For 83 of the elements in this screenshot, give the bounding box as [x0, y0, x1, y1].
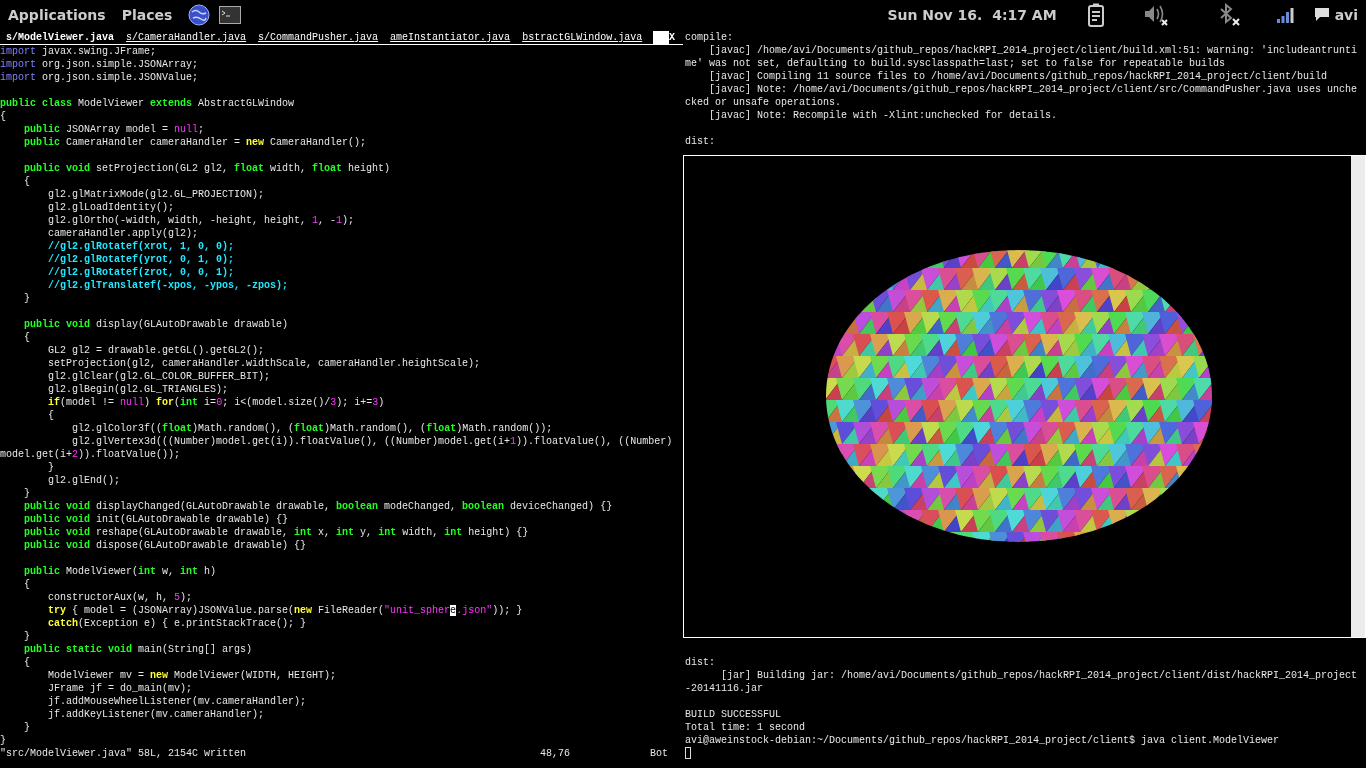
cursor-block	[685, 747, 691, 759]
code-line: {	[0, 110, 7, 123]
code-line: gl2.glVertex3d(((Number)model.get(i)).floatValue(), ((Number)model.get(i+1)).floatValue(), ((Number)	[71, 435, 674, 448]
status-message: "src/ModelViewer.java" 58L, 2154C written	[0, 747, 248, 760]
terminal-line: Total time: 1 second	[685, 721, 807, 734]
code-line: //gl2.glRotatef(zrot, 0, 0, 1);	[47, 266, 236, 279]
code-line: public JSONArray model = null;	[23, 123, 206, 136]
code-line: {	[23, 175, 31, 188]
code-line: setProjection(gl2, cameraHandler.widthScale, cameraHandler.heightScale);	[47, 357, 482, 370]
terminal-line: [javac] Note: /home/avi/Documents/github_repos/hackRPI_2014_project/client/src/CommandPusher.java uses unche	[708, 83, 1359, 96]
code-line: }	[23, 292, 31, 305]
battery-icon[interactable]	[1086, 2, 1105, 27]
panel-menu[interactable]: Applications	[8, 6, 106, 23]
code-line: {	[23, 578, 31, 591]
code-line: jf.addMouseWheelListener(mv.cameraHandler);	[47, 695, 308, 708]
code-line: gl2.glLoadIdentity();	[47, 201, 176, 214]
editor-tab[interactable]: s/CameraHandler.java	[120, 31, 253, 44]
terminal-line: dist:	[685, 656, 716, 669]
terminal-line: avi@aweinstock-debian:~/Documents/github_repos/hackRPI_2014_project/client$ java client.ModelViewer	[685, 734, 1281, 747]
code-line: //gl2.glTranslatef(-xpos, -ypos, -zpos);	[47, 279, 290, 292]
chat-icon[interactable]	[1313, 7, 1330, 22]
code-line: model.get(i+2)).floatValue());	[0, 448, 182, 461]
code-line: public void init(GLAutoDrawable drawable) {}	[23, 513, 290, 526]
code-line: cameraHandler.apply(gl2);	[47, 227, 200, 240]
code-line: gl2.glEnd();	[47, 474, 122, 487]
user-name[interactable]: avi	[1334, 6, 1358, 23]
code-line: }	[0, 734, 7, 747]
scroll-position: Bot	[650, 747, 668, 760]
signal-icon[interactable]	[1276, 6, 1294, 23]
clock[interactable]: Sun Nov 16. 4:17 AM	[887, 6, 1057, 23]
terminal-line: me' was not set, defaulting to build.sysclasspath=last; set to false for repeatable builds	[685, 57, 1227, 70]
code-line: public void dispose(GLAutoDrawable drawable) {}	[23, 539, 308, 552]
terminal-line: [javac] Note: Recompile with -Xlint:unchecked for details.	[708, 109, 1059, 122]
terminal-line: [javac] Compiling 11 source files to /home/avi/Documents/github_repos/hackRPI_2014_project/client/build	[708, 70, 1329, 83]
code-line: if(model != null) for(int i=0; i<(model.size()/3); i+=3)	[47, 396, 386, 409]
code-line: public static void main(String[] args)	[23, 643, 254, 656]
code-line: gl2.glMatrixMode(gl2.GL_PROJECTION);	[47, 188, 266, 201]
editor-tab[interactable]: s/CommandPusher.java	[252, 31, 385, 44]
terminal-line: BUILD SUCCESSFUL	[685, 708, 782, 721]
code-line: public void reshape(GLAutoDrawable drawable, int x, int y, int width, int height) {}	[23, 526, 530, 539]
code-line: ModelViewer mv = new ModelViewer(WIDTH, HEIGHT);	[47, 669, 338, 682]
code-line: gl2.glOrtho(-width, width, -height, height, 1, -1);	[47, 214, 356, 227]
terminal-line: dist:	[685, 135, 716, 148]
terminal-line: -20141116.jar	[685, 682, 764, 695]
code-line: }	[23, 630, 31, 643]
code-line: public void setProjection(GL2 gl2, float width, float height)	[23, 162, 392, 175]
globe-icon[interactable]	[188, 3, 211, 26]
code-line: GL2 gl2 = drawable.getGL().getGL2();	[47, 344, 266, 357]
code-line: JFrame jf = do_main(mv);	[47, 682, 194, 695]
code-line: {	[47, 409, 55, 422]
code-line: }	[47, 461, 55, 474]
code-line: gl2.glBegin(gl2.GL_TRIANGLES);	[47, 383, 230, 396]
code-line: //gl2.glRotatef(xrot, 1, 0, 0);	[47, 240, 236, 253]
close-tab-button[interactable]: X	[669, 31, 683, 44]
editor-tab[interactable]: bstractGLWindow.java	[516, 31, 649, 44]
code-line: jf.addKeyListener(mv.cameraHandler);	[47, 708, 266, 721]
code-line: public class ModelViewer extends AbstractGLWindow	[0, 97, 296, 110]
code-line: public void displayChanged(GLAutoDrawable drawable, boolean modeChanged, boolean deviceChanged) {}	[23, 500, 614, 513]
code-line: {	[23, 331, 31, 344]
code-line: }	[23, 721, 31, 734]
panel-menu[interactable]: Places	[121, 6, 173, 23]
terminal-line: cked or unsafe operations.	[685, 96, 843, 109]
code-line: import javax.swing.JFrame;	[0, 45, 158, 58]
code-line: }	[23, 487, 31, 500]
code-line: import org.json.simple.JSONValue;	[0, 71, 200, 84]
terminal-icon[interactable]	[219, 5, 242, 24]
editor-tab[interactable]: ameInstantiator.java	[384, 31, 517, 44]
code-line: import org.json.simple.JSONArray;	[0, 58, 200, 71]
code-line: catch(Exception e) { e.printStackTrace(); }	[47, 617, 308, 630]
code-line: public ModelViewer(int w, int h)	[23, 565, 218, 578]
terminal-line: [javac] /home/avi/Documents/github_repos/hackRPI_2014_project/client/build.xml:51: warning: 'includeantrunti	[708, 44, 1359, 57]
code-line: gl2.glClear(gl2.GL_COLOR_BUFFER_BIT);	[47, 370, 272, 383]
render-window[interactable]	[683, 155, 1366, 638]
editor-tab[interactable]: s/ModelViewer.java	[0, 31, 121, 44]
code-line: {	[23, 656, 31, 669]
code-line: public CameraHandler cameraHandler = new CameraHandler();	[23, 136, 368, 149]
code-line: gl2.glColor3f((float)Math.random(), (float)Math.random(), (float)Math.random());	[71, 422, 554, 435]
terminal-line: compile:	[685, 31, 734, 44]
code-line: //gl2.glRotatef(yrot, 0, 1, 0);	[47, 253, 236, 266]
terminal-line: [jar] Building jar: /home/avi/Documents/github_repos/hackRPI_2014_project/client/dist/hackRPI_2014_project	[720, 669, 1359, 682]
cursor-position: 48,76	[540, 747, 571, 760]
code-line: public void display(GLAutoDrawable drawable)	[23, 318, 290, 331]
code-line: constructorAux(w, h, 5);	[47, 591, 194, 604]
